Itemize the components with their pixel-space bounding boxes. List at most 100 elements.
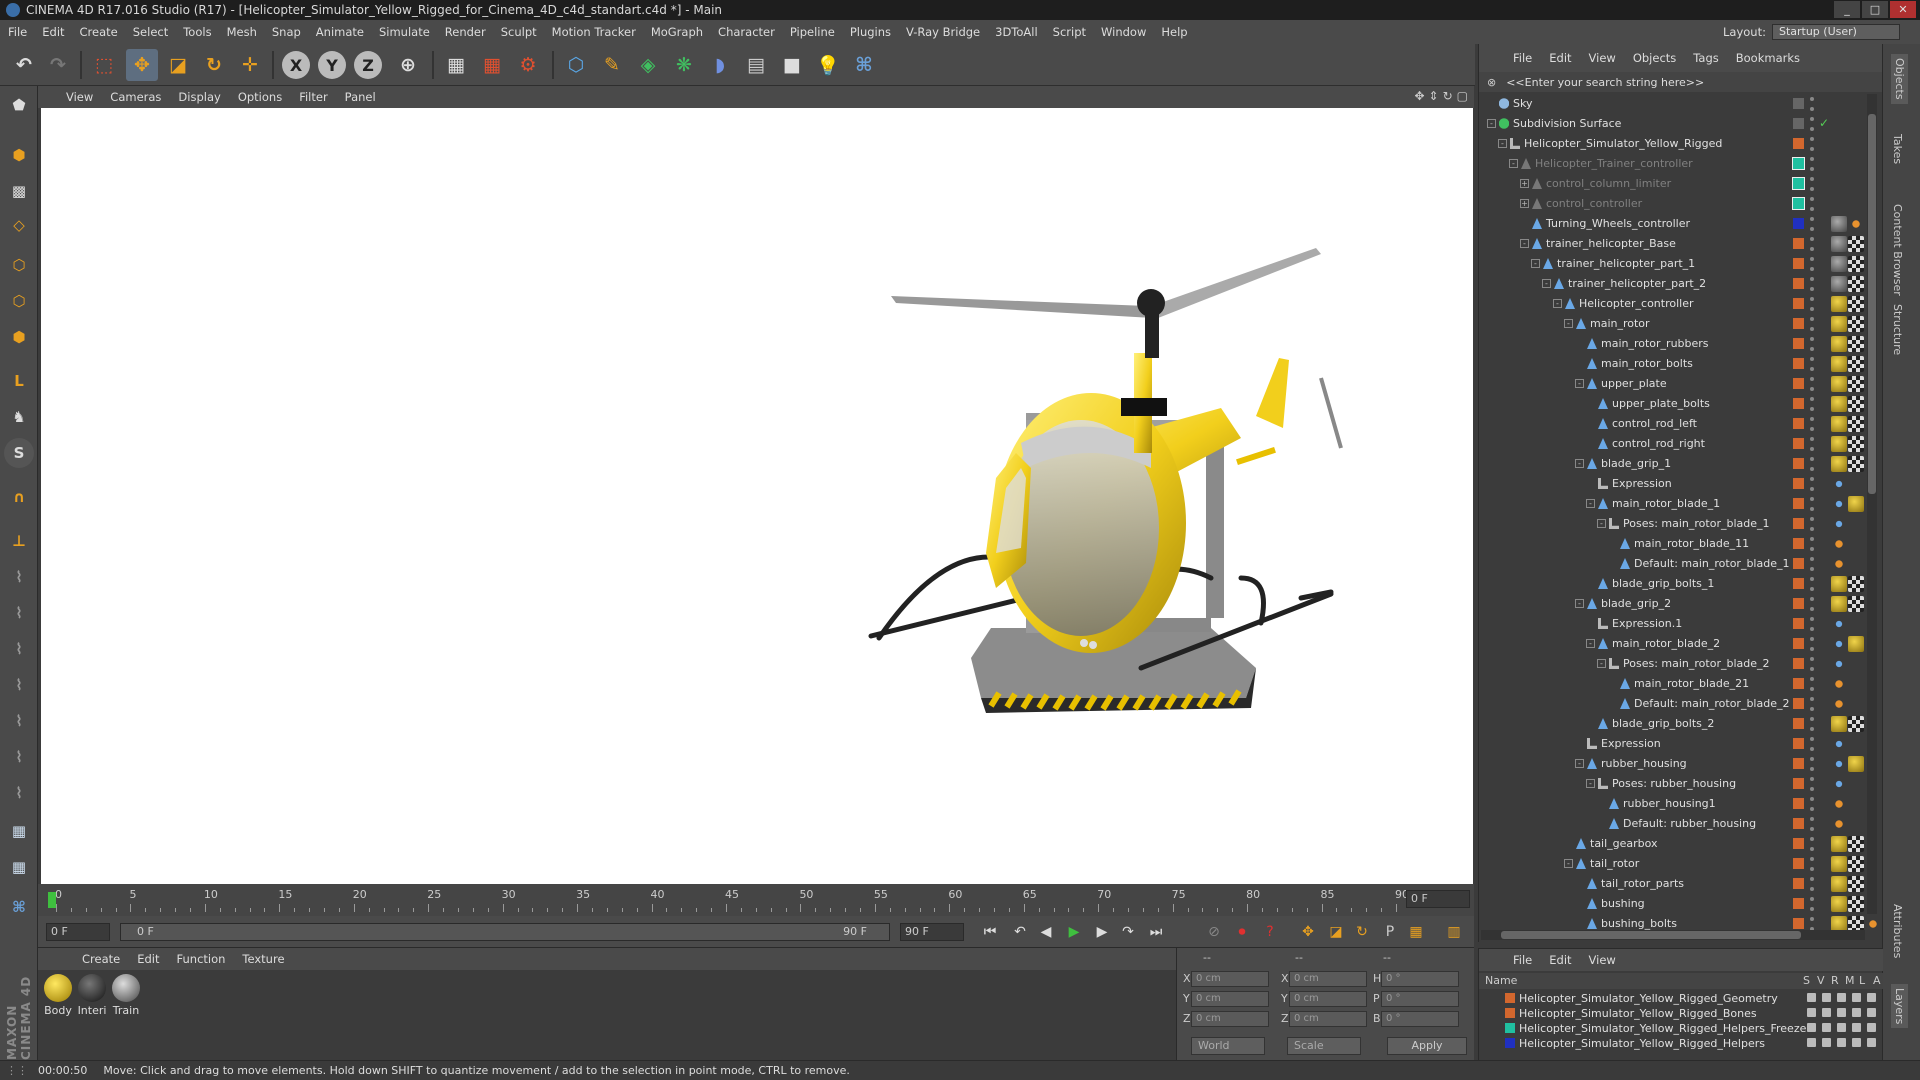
object-tree-vertical-scrollbar[interactable] — [1867, 94, 1877, 914]
pan-view-icon[interactable]: ✥ — [1414, 89, 1424, 103]
visibility-dots[interactable] — [1810, 397, 1815, 411]
layer-color-swatch[interactable] — [1793, 858, 1804, 869]
menu-window[interactable]: Window — [1101, 25, 1146, 39]
rotation-field[interactable]: 0 ° — [1381, 971, 1459, 987]
material-tag-icon[interactable] — [1831, 416, 1847, 432]
object-row[interactable]: Turning_Wheels_controller — [1479, 214, 1883, 234]
expand-toggle-icon[interactable]: - — [1542, 279, 1551, 288]
layer-color-swatch[interactable] — [1793, 118, 1804, 129]
object-row[interactable]: - Poses: main_rotor_blade_2 — [1479, 654, 1883, 674]
material-tag-icon[interactable] — [1831, 596, 1847, 612]
material-body[interactable]: Body — [42, 974, 74, 1017]
layer-color-swatch[interactable] — [1793, 538, 1804, 549]
timeline-ruler[interactable]: 0 5 10 15 20 25 30 35 40 45 50 55 60 65 70 75 80 85 90 0 F — [38, 884, 1474, 916]
expand-toggle-icon[interactable]: + — [1520, 199, 1529, 208]
object-row[interactable]: Expression — [1479, 734, 1883, 754]
visibility-dots[interactable] — [1810, 537, 1815, 551]
visibility-dots[interactable] — [1810, 477, 1815, 491]
object-row[interactable]: - upper_plate — [1479, 374, 1883, 394]
uvw-tag-icon[interactable] — [1848, 716, 1864, 732]
layer-color-swatch[interactable] — [1793, 358, 1804, 369]
layer-color-swatch[interactable] — [1793, 818, 1804, 829]
menu-sculpt[interactable]: Sculpt — [501, 25, 537, 39]
material-tag-icon[interactable] — [1848, 756, 1864, 772]
viewport-menu-filter[interactable]: Filter — [299, 90, 327, 104]
axis-mode-icon[interactable]: L — [4, 366, 34, 396]
visibility-dots[interactable] — [1810, 577, 1815, 591]
material-menu-function[interactable]: Function — [177, 952, 226, 966]
material-tag-icon[interactable] — [1831, 436, 1847, 452]
close-search-icon[interactable]: ⊗ — [1487, 76, 1496, 89]
layer-color-swatch[interactable] — [1505, 1008, 1515, 1018]
side-tab-objects[interactable]: Objects — [1891, 54, 1908, 104]
object-menu-edit[interactable]: Edit — [1549, 51, 1571, 65]
points-mode-icon[interactable]: ⬡ — [4, 250, 34, 280]
visibility-dots[interactable] — [1810, 377, 1815, 391]
layer-color-swatch[interactable] — [1793, 578, 1804, 589]
object-row[interactable]: - trainer_helicopter_part_2 — [1479, 274, 1883, 294]
layer-color-swatch[interactable] — [1793, 478, 1804, 489]
object-tags[interactable] — [1831, 496, 1864, 512]
layer-color-swatch[interactable] — [1793, 778, 1804, 789]
layer-color-swatch[interactable] — [1793, 138, 1804, 149]
selection-tag-icon[interactable] — [1831, 556, 1847, 572]
layer-color-swatch[interactable] — [1793, 638, 1804, 649]
menu-3dtoall[interactable]: 3DToAll — [995, 25, 1038, 39]
z-axis-lock-icon[interactable]: Z — [354, 51, 382, 79]
tweak-mode-icon[interactable]: ♞ — [4, 402, 34, 432]
grid-snap-icon[interactable]: ▦ — [4, 816, 34, 846]
viewport-menu-view[interactable]: View — [66, 90, 93, 104]
object-tags[interactable] — [1831, 516, 1847, 532]
object-row[interactable]: - Poses: main_rotor_blade_1 — [1479, 514, 1883, 534]
end-frame-field[interactable]: 90 F — [900, 923, 964, 941]
object-row[interactable]: Default: main_rotor_blade_2 — [1479, 694, 1883, 714]
rotate-view-icon[interactable]: ↻ — [1443, 89, 1453, 103]
pen-spline-icon[interactable]: ✎ — [596, 49, 628, 81]
minimize-button[interactable]: _ — [1834, 1, 1860, 18]
material-tag-icon[interactable] — [1848, 636, 1864, 652]
visibility-dots[interactable] — [1810, 737, 1815, 751]
expression-tag-icon[interactable] — [1831, 496, 1847, 512]
layer-color-swatch[interactable] — [1793, 398, 1804, 409]
visibility-dots[interactable] — [1810, 417, 1815, 431]
rotation-field[interactable]: 0 ° — [1381, 991, 1459, 1007]
uvw-tag-icon[interactable] — [1848, 356, 1864, 372]
menu-tools[interactable]: Tools — [183, 25, 211, 39]
expression-tag-icon[interactable] — [1831, 516, 1847, 532]
layer-color-swatch[interactable] — [1793, 238, 1804, 249]
layer-color-swatch[interactable] — [1505, 993, 1515, 1003]
side-tab-structure[interactable]: Structure — [1891, 304, 1904, 355]
record-rotation-icon[interactable]: ↻ — [1350, 920, 1374, 944]
expand-toggle-icon[interactable]: - — [1509, 159, 1518, 168]
layer-color-swatch[interactable] — [1793, 618, 1804, 629]
record-disabled-icon[interactable]: ⊘ — [1202, 920, 1226, 944]
menu-motion-tracker[interactable]: Motion Tracker — [552, 25, 636, 39]
selection-tag-icon[interactable] — [1831, 796, 1847, 812]
visibility-dots[interactable] — [1810, 857, 1815, 871]
material-tag-icon[interactable] — [1831, 896, 1847, 912]
object-tags[interactable] — [1831, 476, 1847, 492]
expression-tag-icon[interactable] — [1831, 736, 1847, 752]
visibility-dots[interactable] — [1810, 677, 1815, 691]
viewport-menu-panel[interactable]: Panel — [345, 90, 376, 104]
layer-color-swatch[interactable] — [1793, 598, 1804, 609]
visibility-dots[interactable] — [1810, 357, 1815, 371]
material-tag-icon[interactable] — [1831, 716, 1847, 732]
object-row[interactable]: - blade_grip_2 — [1479, 594, 1883, 614]
object-row[interactable]: - blade_grip_1 — [1479, 454, 1883, 474]
material-tag-icon[interactable] — [1831, 456, 1847, 472]
object-tags[interactable] — [1831, 776, 1847, 792]
object-row[interactable]: upper_plate_bolts — [1479, 394, 1883, 414]
expand-toggle-icon[interactable]: + — [1520, 179, 1529, 188]
expand-toggle-icon[interactable]: - — [1586, 499, 1595, 508]
make-editable-icon[interactable]: ⬟ — [4, 90, 34, 120]
polygons-mode-icon[interactable]: ⬢ — [4, 322, 34, 352]
size-field[interactable]: 0 cm — [1289, 991, 1367, 1007]
brush-tool-5-icon[interactable]: ⌇ — [4, 706, 34, 736]
object-row[interactable]: - Subdivision Surface ✓ — [1479, 114, 1883, 134]
object-tags[interactable] — [1831, 756, 1864, 772]
edges-mode-icon[interactable]: ⬡ — [4, 286, 34, 316]
uvw-tag-icon[interactable] — [1848, 876, 1864, 892]
deformer-icon[interactable]: ◗ — [704, 49, 736, 81]
expand-toggle-icon[interactable]: - — [1597, 659, 1606, 668]
